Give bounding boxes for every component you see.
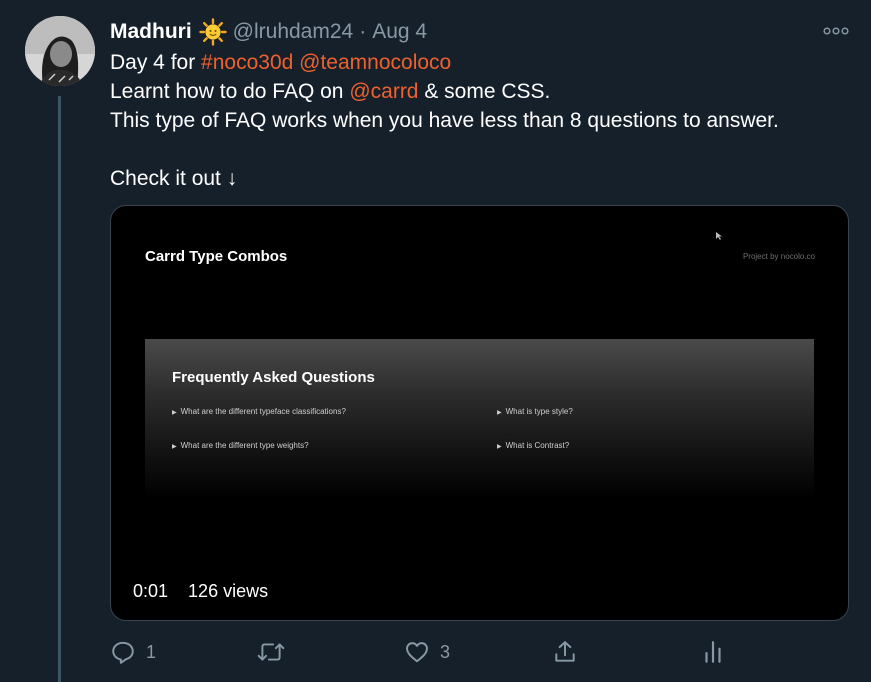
- faq-question: ▶ What is type style?: [497, 407, 573, 416]
- tweet-date[interactable]: Aug 4: [372, 20, 427, 44]
- reply-icon: [112, 641, 134, 664]
- video-meta: 0:01 126 views: [133, 581, 268, 602]
- thread-line: [58, 96, 61, 682]
- cursor-icon: [716, 227, 722, 240]
- tweet-text-segment: & some CSS.: [418, 80, 551, 103]
- tweet-text-segment: Learnt how to do FAQ on: [110, 80, 350, 103]
- like-icon: [406, 642, 428, 663]
- analytics-button[interactable]: [700, 638, 726, 666]
- retweet-button[interactable]: [257, 638, 295, 666]
- retweet-icon: [257, 643, 285, 661]
- author-handle[interactable]: @lruhdam24: [233, 20, 354, 44]
- video-player[interactable]: Carrd Type Combos Project by nocolo.co F…: [110, 205, 849, 621]
- reply-button[interactable]: 1: [110, 638, 156, 666]
- action-bar: 1 3: [0, 630, 871, 674]
- author-name[interactable]: Madhuri: [110, 20, 192, 44]
- tweet-text-segment: Day 4 for: [110, 51, 202, 74]
- video-title: Carrd Type Combos: [145, 248, 288, 265]
- mention-link[interactable]: @teamnocoloco: [299, 51, 451, 74]
- video-credit: Project by nocolo.co: [742, 252, 815, 261]
- tweet-header: Madhuri @lruhdam24 · Aug 4: [110, 16, 427, 48]
- faq-question: ▶ What are the different type weights?: [172, 441, 309, 450]
- tweet-text-line: Learnt how to do FAQ on @carrd & some CS…: [110, 77, 850, 106]
- faq-question: ▶ What are the different typeface classif…: [172, 407, 346, 416]
- faq-title: Frequently Asked Questions: [172, 369, 375, 386]
- share-icon: [555, 641, 575, 662]
- faq-panel: Frequently Asked Questions ▶ What are the…: [145, 339, 814, 499]
- sun-emoji-icon: [198, 18, 227, 46]
- more-icon[interactable]: [818, 18, 854, 44]
- analytics-icon: [705, 641, 721, 663]
- avatar[interactable]: [25, 16, 95, 86]
- video-views: 126 views: [188, 581, 269, 601]
- tweet-text: Day 4 for #noco30d @teamnocoloco Learnt h…: [110, 48, 850, 193]
- like-count: 3: [440, 641, 451, 662]
- tweet[interactable]: Madhuri @lruhdam24 · Aug 4 Day 4 for #no…: [0, 0, 871, 682]
- like-button[interactable]: 3: [404, 638, 450, 666]
- share-button[interactable]: [552, 638, 578, 666]
- reply-count: 1: [146, 641, 157, 662]
- hashtag-link[interactable]: #noco30d: [201, 51, 293, 74]
- mention-link[interactable]: @carrd: [349, 80, 418, 103]
- tweet-text-line: Check it out ↓: [110, 164, 850, 193]
- tweet-text-line: Day 4 for #noco30d @teamnocoloco: [110, 48, 850, 77]
- tweet-text-line: [110, 135, 850, 164]
- video-time: 0:01: [133, 581, 169, 601]
- tweet-text-segment: This type of FAQ works when you have les…: [110, 109, 779, 132]
- tweet-text-line: This type of FAQ works when you have les…: [110, 106, 850, 135]
- separator-dot: ·: [359, 20, 367, 43]
- faq-question: ▶ What is Contrast?: [497, 441, 570, 450]
- tweet-text-segment: Check it out ↓: [110, 167, 238, 190]
